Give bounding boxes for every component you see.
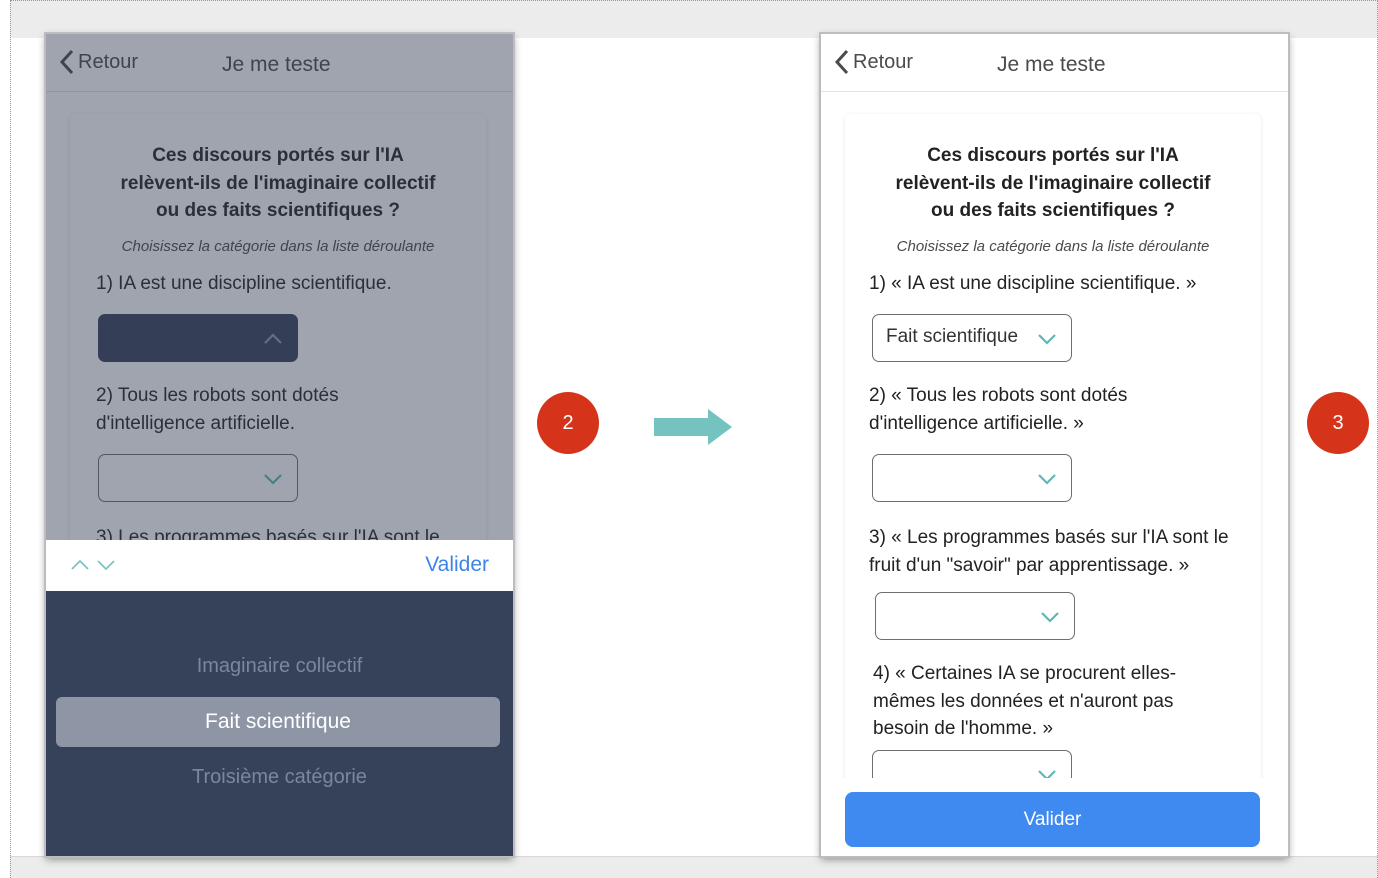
question-1-select[interactable]: Fait scientifique <box>872 314 1072 362</box>
picker-toolbar: Valider <box>46 540 513 591</box>
step-badge: 3 <box>1307 392 1369 454</box>
question-2-select[interactable] <box>872 454 1072 502</box>
question-line: 3) « Les programmes basés sur l'IA sont … <box>869 527 1229 548</box>
back-button[interactable]: Retour <box>833 48 913 76</box>
question-line: 4) « Certaines IA se procurent elles- <box>873 663 1177 684</box>
phone-step-3: Retour Je me teste Ces discours portés s… <box>821 34 1288 856</box>
question-line: fruit d'un "savoir" par apprentissage. » <box>869 554 1190 576</box>
back-label: Retour <box>853 50 914 73</box>
chevron-down-icon <box>1038 334 1056 345</box>
chevron-down-icon <box>1041 612 1059 623</box>
question-3-select[interactable] <box>875 592 1075 640</box>
question-3: 3) « Les programmes basés sur l'IA sont … <box>869 524 1229 579</box>
question-line: besoin de l'homme. » <box>873 718 1054 739</box>
picker-option-selected[interactable]: Fait scientifique <box>56 697 500 747</box>
heading-line: relèvent-ils de l'imaginaire collectif <box>895 172 1211 194</box>
nav-bar: Retour Je me teste <box>821 34 1288 92</box>
question-line: mêmes les données et n'auront pas <box>873 690 1174 712</box>
page-title: Je me teste <box>997 53 1106 76</box>
question-4: 4) « Certaines IA se procurent elles- mê… <box>873 660 1176 743</box>
question-1: 1) « IA est une discipline scientifique.… <box>869 273 1197 294</box>
question-line: d'intelligence artificielle. » <box>869 412 1084 434</box>
frame-border-left <box>10 0 11 878</box>
picker-wheel: Imaginaire collectif Fait scientifique T… <box>46 591 513 856</box>
validate-button[interactable]: Valider <box>845 792 1260 847</box>
question-2: 2) « Tous les robots sont dotés d'intell… <box>869 382 1127 437</box>
picker-nav-arrows <box>70 558 116 572</box>
picker-option[interactable]: Troisième catégorie <box>46 766 513 789</box>
bottom-band <box>10 856 1378 878</box>
picker-option[interactable]: Imaginaire collectif <box>46 655 513 678</box>
phone-step-2: Retour Je me teste Ces discours portés s… <box>46 34 513 856</box>
heading-line: Ces discours portés sur l'IA <box>927 145 1179 166</box>
selected-option-label: Fait scientifique <box>205 710 351 733</box>
top-band <box>10 0 1378 38</box>
chevron-down-icon <box>1038 474 1056 485</box>
question-heading: Ces discours portés sur l'IA relèvent-il… <box>845 142 1261 225</box>
step-badge: 2 <box>537 392 599 454</box>
question-line: 2) « Tous les robots sont dotés <box>869 385 1128 406</box>
chevron-up-icon[interactable] <box>70 558 90 572</box>
quiz-card: Ces discours portés sur l'IA relèvent-il… <box>845 114 1261 856</box>
instruction-hint: Choisissez la catégorie dans la liste dé… <box>896 238 1210 255</box>
heading-line: ou des faits scientifiques ? <box>931 200 1175 221</box>
question-1-value: Fait scientifique <box>886 326 1019 347</box>
chevron-left-icon <box>834 49 849 75</box>
picker-validate-button[interactable]: Valider <box>425 553 489 577</box>
chevron-down-icon[interactable] <box>96 558 116 572</box>
arrow-right-icon <box>654 409 732 445</box>
